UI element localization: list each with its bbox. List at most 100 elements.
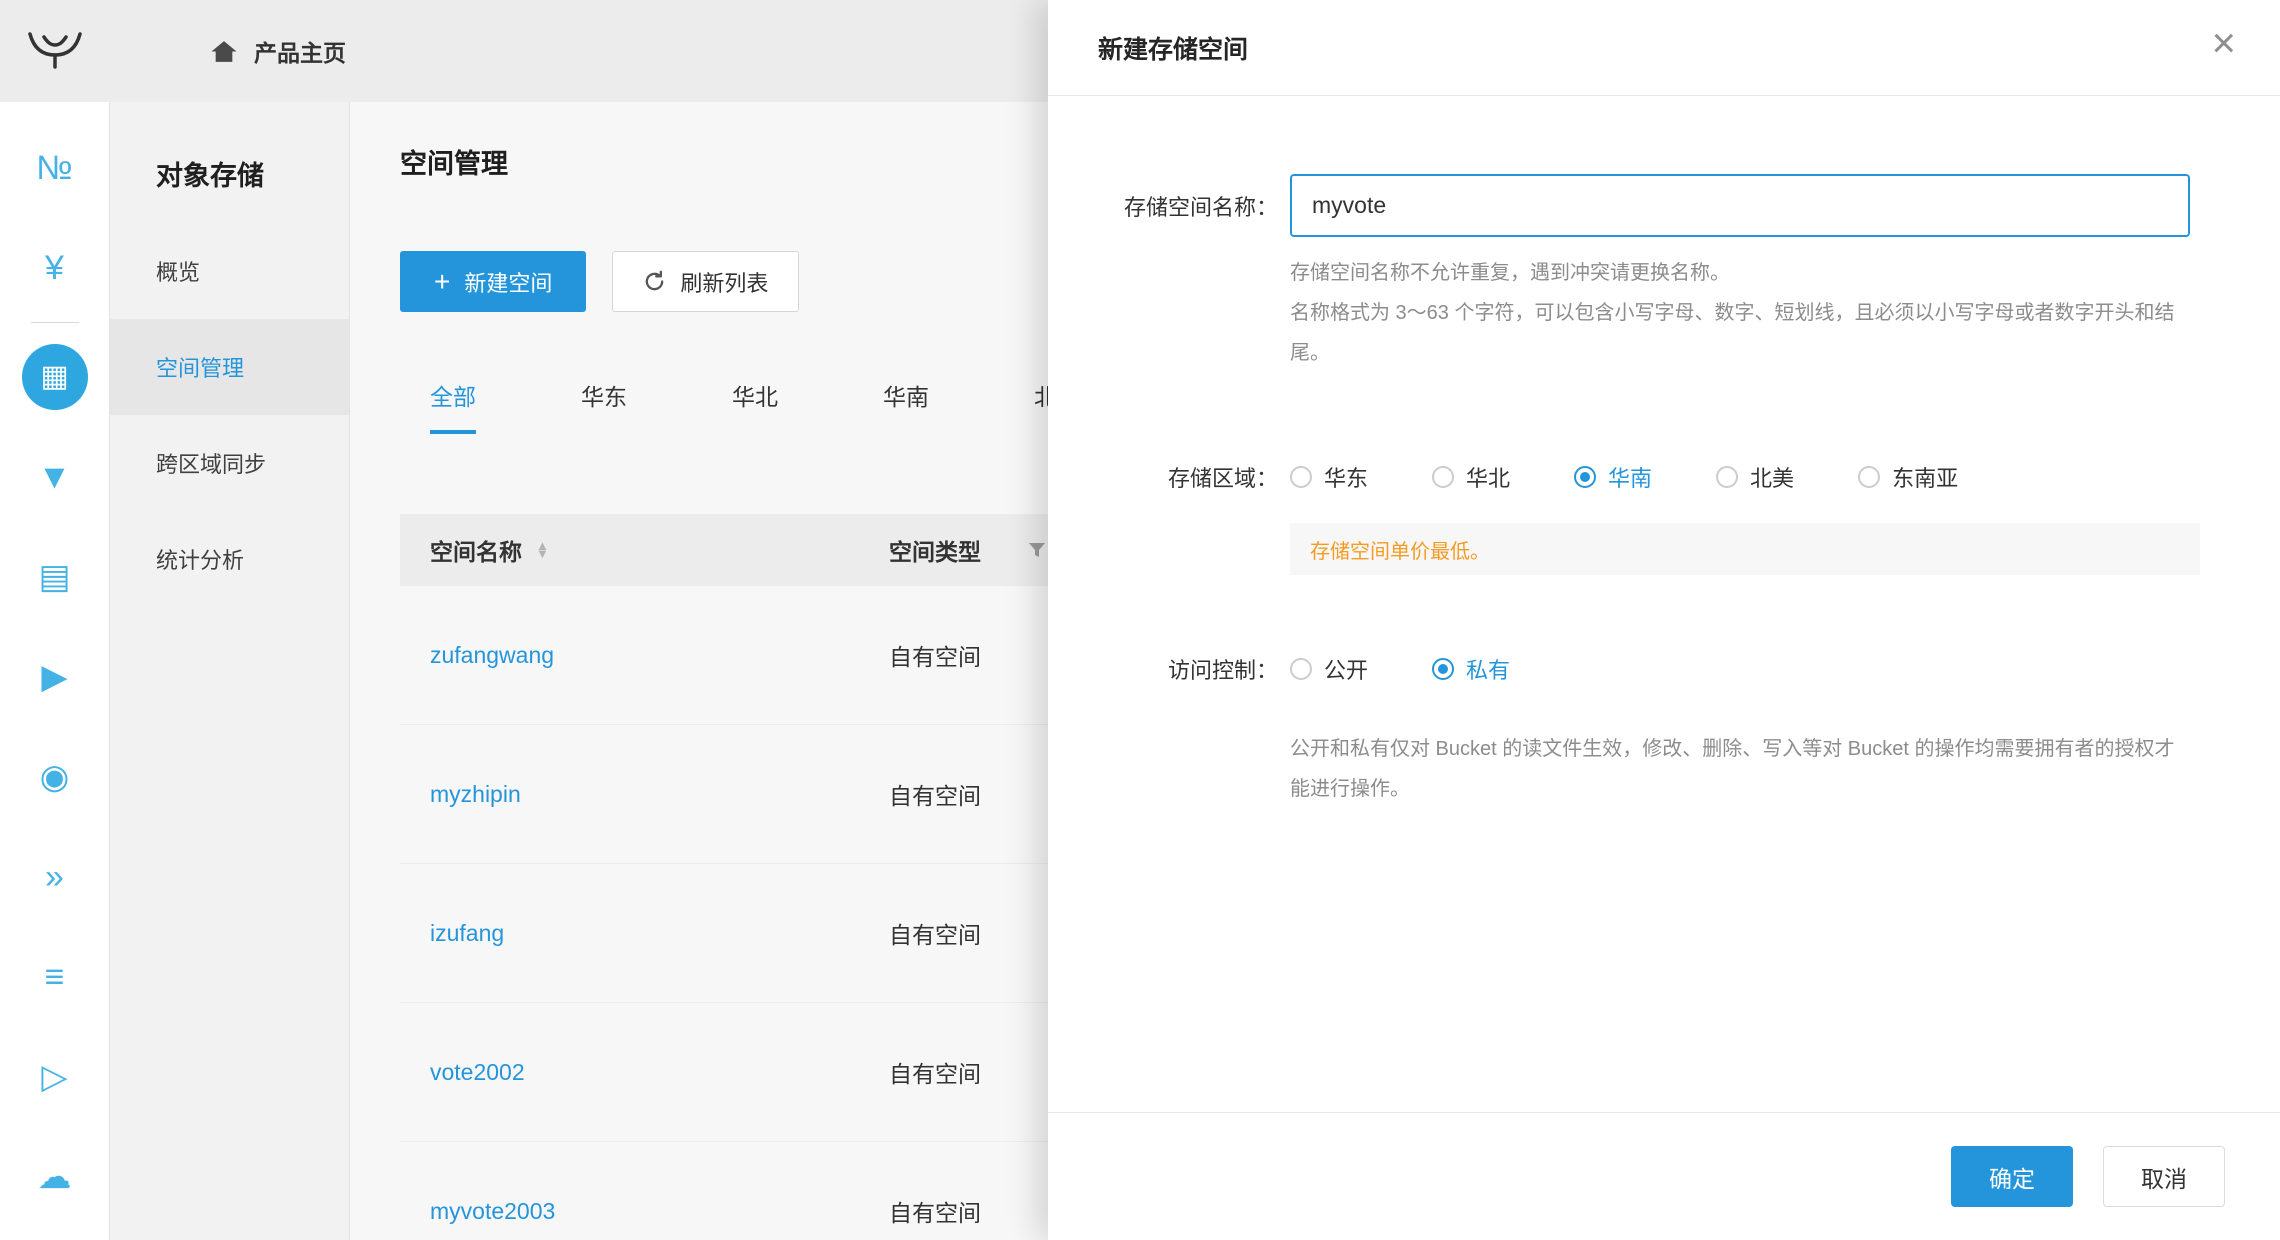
refresh-icon: [643, 270, 666, 293]
ai-glyph-icon: ◉: [40, 760, 70, 794]
plus-icon: +: [434, 268, 450, 296]
nav-player-icon[interactable]: ▷: [0, 1027, 110, 1127]
nav-finance-icon[interactable]: ¥: [0, 218, 110, 318]
radio-icon: [1858, 466, 1880, 488]
region-option-huanan[interactable]: 华南: [1574, 461, 1652, 493]
drawer-footer: 确定 取消: [1048, 1112, 2280, 1240]
space-name-link[interactable]: myzhipin: [400, 781, 889, 808]
region-price-note: 存储空间单价最低。: [1290, 523, 2200, 575]
finance-glyph-icon: ¥: [45, 251, 64, 285]
region-option-label: 华南: [1608, 461, 1652, 493]
sidebar-title: 对象存储: [156, 154, 349, 193]
drawer-header: 新建存储空间 ×: [1048, 0, 2280, 96]
tab-huadong[interactable]: 华东: [581, 378, 627, 434]
product-home-link[interactable]: 产品主页: [210, 34, 346, 68]
region-radio-group: 华东 华北 华南 北美: [1290, 461, 1958, 493]
access-radio-group: 公开 私有: [1290, 653, 1510, 685]
new-space-button[interactable]: + 新建空间: [400, 251, 586, 312]
nav-fusion-icon[interactable]: ▼: [0, 427, 110, 527]
cdn-glyph-icon: №: [36, 151, 72, 185]
storage-region-label: 存储区域：: [1048, 461, 1290, 493]
product-home-label: 产品主页: [254, 34, 346, 68]
radio-icon: [1432, 466, 1454, 488]
drawer-body: 存储空间名称： 存储空间名称不允许重复，遇到冲突请更换名称。 名称格式为 3～6…: [1048, 96, 2280, 1112]
sidebar-item-cross-region-sync[interactable]: 跨区域同步: [110, 415, 349, 511]
qiniu-logo-icon[interactable]: [0, 30, 110, 72]
rail-divider: [31, 322, 79, 323]
access-option-public[interactable]: 公开: [1290, 653, 1368, 685]
radio-icon: [1290, 466, 1312, 488]
bull-logo-icon: [26, 30, 84, 72]
radio-checked-icon: [1574, 466, 1596, 488]
new-space-button-label: 新建空间: [464, 266, 552, 298]
radio-checked-icon: [1432, 658, 1454, 680]
space-name-link[interactable]: myvote2003: [400, 1198, 889, 1225]
tab-all[interactable]: 全部: [430, 378, 476, 434]
refresh-button-label: 刷新列表: [680, 266, 768, 298]
region-option-huabei[interactable]: 华北: [1432, 461, 1510, 493]
sort-down-icon: ▼: [536, 550, 549, 558]
nav-tools-icon[interactable]: ≡: [0, 927, 110, 1027]
region-option-huadong[interactable]: 华东: [1290, 461, 1368, 493]
bucket-name-row: 存储空间名称： 存储空间名称不允许重复，遇到冲突请更换名称。 名称格式为 3～6…: [1048, 174, 2280, 373]
player-glyph-icon: ▷: [41, 1060, 67, 1094]
tab-huanan[interactable]: 华南: [883, 378, 929, 434]
space-name-link[interactable]: zufangwang: [400, 642, 889, 669]
access-control-label: 访问控制：: [1048, 653, 1290, 685]
access-control-row: 访问控制： 公开 私有: [1048, 653, 2280, 685]
region-option-dongnanya[interactable]: 东南亚: [1858, 461, 1958, 493]
filter-icon[interactable]: [1027, 540, 1047, 560]
tools-glyph-icon: ≡: [45, 960, 65, 994]
access-option-label: 私有: [1466, 653, 1510, 685]
bucket-name-label: 存储空间名称：: [1048, 174, 1290, 237]
create-bucket-drawer: 新建存储空间 × 存储空间名称： 存储空间名称不允许重复，遇到冲突请更换名称。 …: [1048, 0, 2280, 1240]
bucket-name-input[interactable]: [1290, 174, 2190, 237]
space-type-cell: 自有空间: [889, 1194, 981, 1228]
fusion-glyph-icon: ▼: [38, 460, 72, 494]
confirm-button[interactable]: 确定: [1951, 1146, 2073, 1207]
nav-cloud-icon[interactable]: ☁: [0, 1127, 110, 1227]
nav-cdn-icon[interactable]: №: [0, 118, 110, 218]
nav-object-storage-icon[interactable]: ▦: [0, 327, 110, 427]
nav-sync-icon[interactable]: ▤: [0, 527, 110, 627]
media-glyph-icon: ▶: [41, 660, 67, 694]
column-space-type-label: 空间类型: [889, 533, 981, 567]
refresh-list-button[interactable]: 刷新列表: [612, 251, 799, 312]
access-option-private[interactable]: 私有: [1432, 653, 1510, 685]
bucket-name-help-line2: 名称格式为 3～63 个字符，可以包含小写字母、数字、短划线，且必须以小写字母或…: [1290, 293, 2190, 373]
region-option-label: 华北: [1466, 461, 1510, 493]
sidebar-item-space-management[interactable]: 空间管理: [110, 319, 349, 415]
nav-media-icon[interactable]: ▶: [0, 627, 110, 727]
space-type-cell: 自有空间: [889, 1055, 981, 1089]
cancel-button[interactable]: 取消: [2103, 1146, 2225, 1207]
column-space-name: 空间名称 ▲ ▼: [400, 533, 889, 567]
radio-icon: [1716, 466, 1738, 488]
sort-icon[interactable]: ▲ ▼: [536, 542, 549, 558]
space-type-cell: 自有空间: [889, 777, 981, 811]
column-space-type: 空间类型: [889, 533, 1047, 567]
storage-glyph-icon: ▦: [22, 344, 88, 410]
tab-huabei[interactable]: 华北: [732, 378, 778, 434]
region-option-label: 华东: [1324, 461, 1368, 493]
region-option-label: 东南亚: [1892, 461, 1958, 493]
space-name-link[interactable]: izufang: [400, 920, 889, 947]
region-option-beimei[interactable]: 北美: [1716, 461, 1794, 493]
screen: 产品主页 № ¥ ▦ ▼ ▤ ▶ ◉ » ≡ ▷ ☁ 对象存储 概览 空间管理 …: [0, 0, 2280, 1240]
storage-region-row: 存储区域： 华东 华北 华南: [1048, 461, 2280, 493]
space-name-link[interactable]: vote2002: [400, 1059, 889, 1086]
space-type-cell: 自有空间: [889, 916, 981, 950]
column-space-name-label: 空间名称: [430, 533, 522, 567]
drawer-title: 新建存储空间: [1098, 30, 1248, 66]
space-type-cell: 自有空间: [889, 638, 981, 672]
icon-sidebar: № ¥ ▦ ▼ ▤ ▶ ◉ » ≡ ▷ ☁: [0, 102, 110, 1240]
nav-ai-icon[interactable]: ◉: [0, 727, 110, 827]
cloud-glyph-icon: ☁: [38, 1160, 72, 1194]
sidebar-item-overview[interactable]: 概览: [110, 223, 349, 319]
nav-live-icon[interactable]: »: [0, 827, 110, 927]
access-control-help: 公开和私有仅对 Bucket 的读文件生效，修改、删除、写入等对 Bucket …: [1290, 729, 2190, 809]
close-icon[interactable]: ×: [2211, 22, 2236, 64]
access-option-label: 公开: [1324, 653, 1368, 685]
region-option-label: 北美: [1750, 461, 1794, 493]
sidebar-item-statistics[interactable]: 统计分析: [110, 511, 349, 607]
radio-icon: [1290, 658, 1312, 680]
